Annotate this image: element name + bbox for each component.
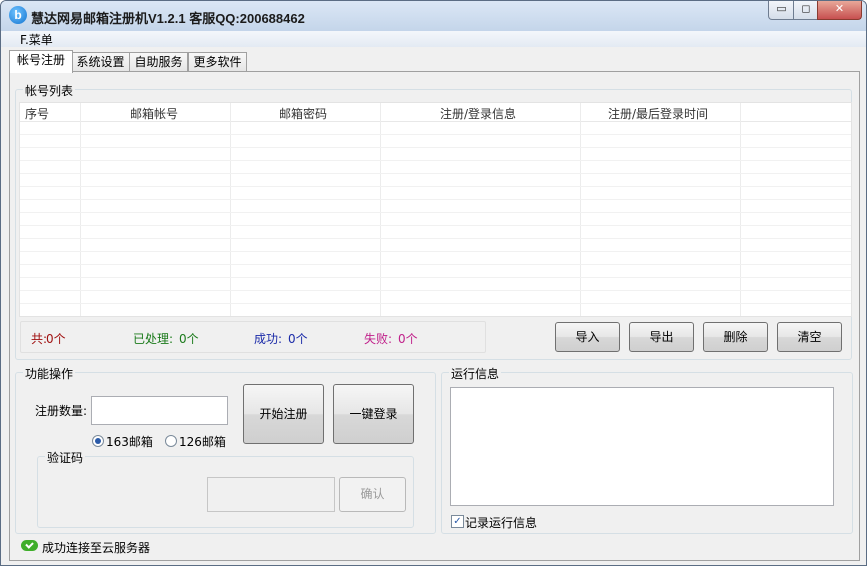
delete-button[interactable]: 删除 (703, 322, 768, 352)
minimize-button[interactable]: ▭ (768, 1, 795, 20)
row-divider (20, 134, 851, 135)
column-header-time[interactable]: 注册/最后登录时间 (608, 105, 708, 122)
radio-126-mail[interactable] (165, 435, 177, 447)
start-register-button[interactable]: 开始注册 (243, 384, 324, 444)
tab-account-register[interactable]: 帐号注册 (9, 50, 73, 73)
clear-button[interactable]: 清空 (777, 322, 842, 352)
run-log-textarea[interactable] (450, 387, 834, 506)
record-run-info-checkbox[interactable]: ✓ (451, 515, 464, 528)
cloud-check-icon (21, 540, 38, 551)
row-divider (20, 186, 851, 187)
menu-file[interactable]: F.菜单 (20, 31, 53, 48)
tab-self-service[interactable]: 自助服务 (129, 52, 188, 72)
processed-label: 已处理: (133, 332, 174, 346)
one-click-login-button[interactable]: 一键登录 (333, 384, 414, 444)
column-header-info[interactable]: 注册/登录信息 (440, 105, 516, 122)
column-header-email[interactable]: 邮箱帐号 (130, 105, 178, 122)
record-run-info-label[interactable]: 记录运行信息 (465, 514, 537, 531)
column-header-index[interactable]: 序号 (25, 105, 49, 122)
total-label: 共: (31, 332, 48, 346)
title-bar: b 慧达网易邮箱注册机V1.2.1 客服QQ:200688462 ▭ ◻ ✕ (1, 1, 866, 32)
row-divider (20, 160, 851, 161)
tab-system-settings[interactable]: 系统设置 (71, 52, 130, 72)
status-text: 成功连接至云服务器 (42, 541, 151, 555)
success-label: 成功: (254, 332, 283, 346)
maximize-button[interactable]: ◻ (793, 1, 819, 20)
row-divider (20, 199, 851, 200)
captcha-input[interactable] (207, 477, 335, 512)
success-count: 0个 (288, 332, 308, 346)
import-button[interactable]: 导入 (555, 322, 620, 352)
app-logo-icon: b (9, 6, 27, 24)
register-count-label: 注册数量: (35, 404, 88, 418)
captcha-label: 验证码 (45, 449, 86, 466)
app-window: b 慧达网易邮箱注册机V1.2.1 客服QQ:200688462 ▭ ◻ ✕ F… (0, 0, 867, 566)
row-divider (20, 251, 851, 252)
register-count-input[interactable] (91, 396, 228, 425)
radio-163-mail[interactable] (92, 435, 104, 447)
total-count: 0个 (46, 332, 66, 346)
row-divider (20, 303, 851, 304)
row-divider (20, 277, 851, 278)
table-header: 序号 邮箱帐号 邮箱密码 注册/登录信息 注册/最后登录时间 (20, 103, 851, 122)
operations-label: 功能操作 (23, 365, 76, 382)
tab-page-account-register: 帐号列表 序号 邮箱帐号 邮箱密码 注册/登录信息 注册/最后登录时间 共: 0… (9, 71, 860, 561)
radio-126-mail-label[interactable]: 126邮箱 (179, 433, 226, 450)
processed-count: 0个 (179, 332, 199, 346)
run-info-label: 运行信息 (449, 365, 502, 382)
radio-selected-dot (95, 438, 101, 444)
window-title: 慧达网易邮箱注册机V1.2.1 客服QQ:200688462 (31, 11, 305, 26)
export-button[interactable]: 导出 (629, 322, 694, 352)
row-divider (20, 238, 851, 239)
menu-bar: F.菜单 (1, 31, 866, 47)
failed-label: 失败: (364, 332, 393, 346)
row-divider (20, 264, 851, 265)
row-divider (20, 173, 851, 174)
row-divider (20, 225, 851, 226)
close-button[interactable]: ✕ (817, 1, 862, 20)
counts-panel: 共: 0个 已处理: 0个 成功: 0个 失败: 0个 (20, 321, 486, 353)
account-list-label: 帐号列表 (23, 82, 76, 99)
row-divider (20, 147, 851, 148)
account-table[interactable]: 序号 邮箱帐号 邮箱密码 注册/登录信息 注册/最后登录时间 (19, 102, 852, 317)
radio-163-mail-label[interactable]: 163邮箱 (106, 433, 153, 450)
column-header-password[interactable]: 邮箱密码 (279, 105, 327, 122)
tab-more-software[interactable]: 更多软件 (188, 52, 247, 72)
row-divider (20, 212, 851, 213)
captcha-confirm-button[interactable]: 确认 (339, 477, 406, 512)
row-divider (20, 290, 851, 291)
failed-count: 0个 (398, 332, 418, 346)
